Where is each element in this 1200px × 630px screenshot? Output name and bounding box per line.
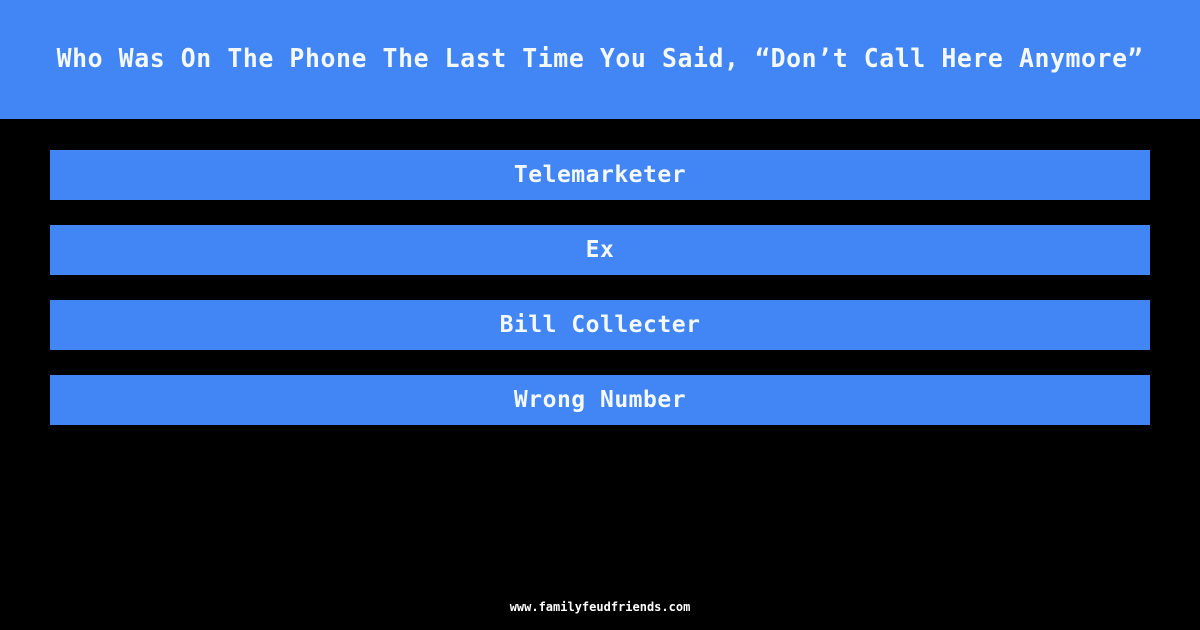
answer-row-4[interactable]: Wrong Number bbox=[50, 375, 1150, 425]
answer-row-3[interactable]: Bill Collecter bbox=[50, 300, 1150, 350]
answer-row-2[interactable]: Ex bbox=[50, 225, 1150, 275]
question-banner: Who Was On The Phone The Last Time You S… bbox=[0, 0, 1200, 119]
answers-list: Telemarketer Ex Bill Collecter Wrong Num… bbox=[50, 150, 1150, 425]
answer-label-3: Bill Collecter bbox=[499, 311, 701, 338]
answer-row-1[interactable]: Telemarketer bbox=[50, 150, 1150, 200]
footer-site-url[interactable]: www.familyfeudfriends.com bbox=[510, 600, 691, 614]
answer-label-1: Telemarketer bbox=[513, 161, 687, 188]
footer: www.familyfeudfriends.com bbox=[0, 596, 1200, 615]
answer-label-2: Ex bbox=[585, 236, 615, 263]
answers-area: Telemarketer Ex Bill Collecter Wrong Num… bbox=[0, 119, 1200, 630]
answer-label-4: Wrong Number bbox=[513, 386, 687, 413]
page-title: Who Was On The Phone The Last Time You S… bbox=[56, 43, 1144, 74]
survey-card: Who Was On The Phone The Last Time You S… bbox=[0, 0, 1200, 630]
